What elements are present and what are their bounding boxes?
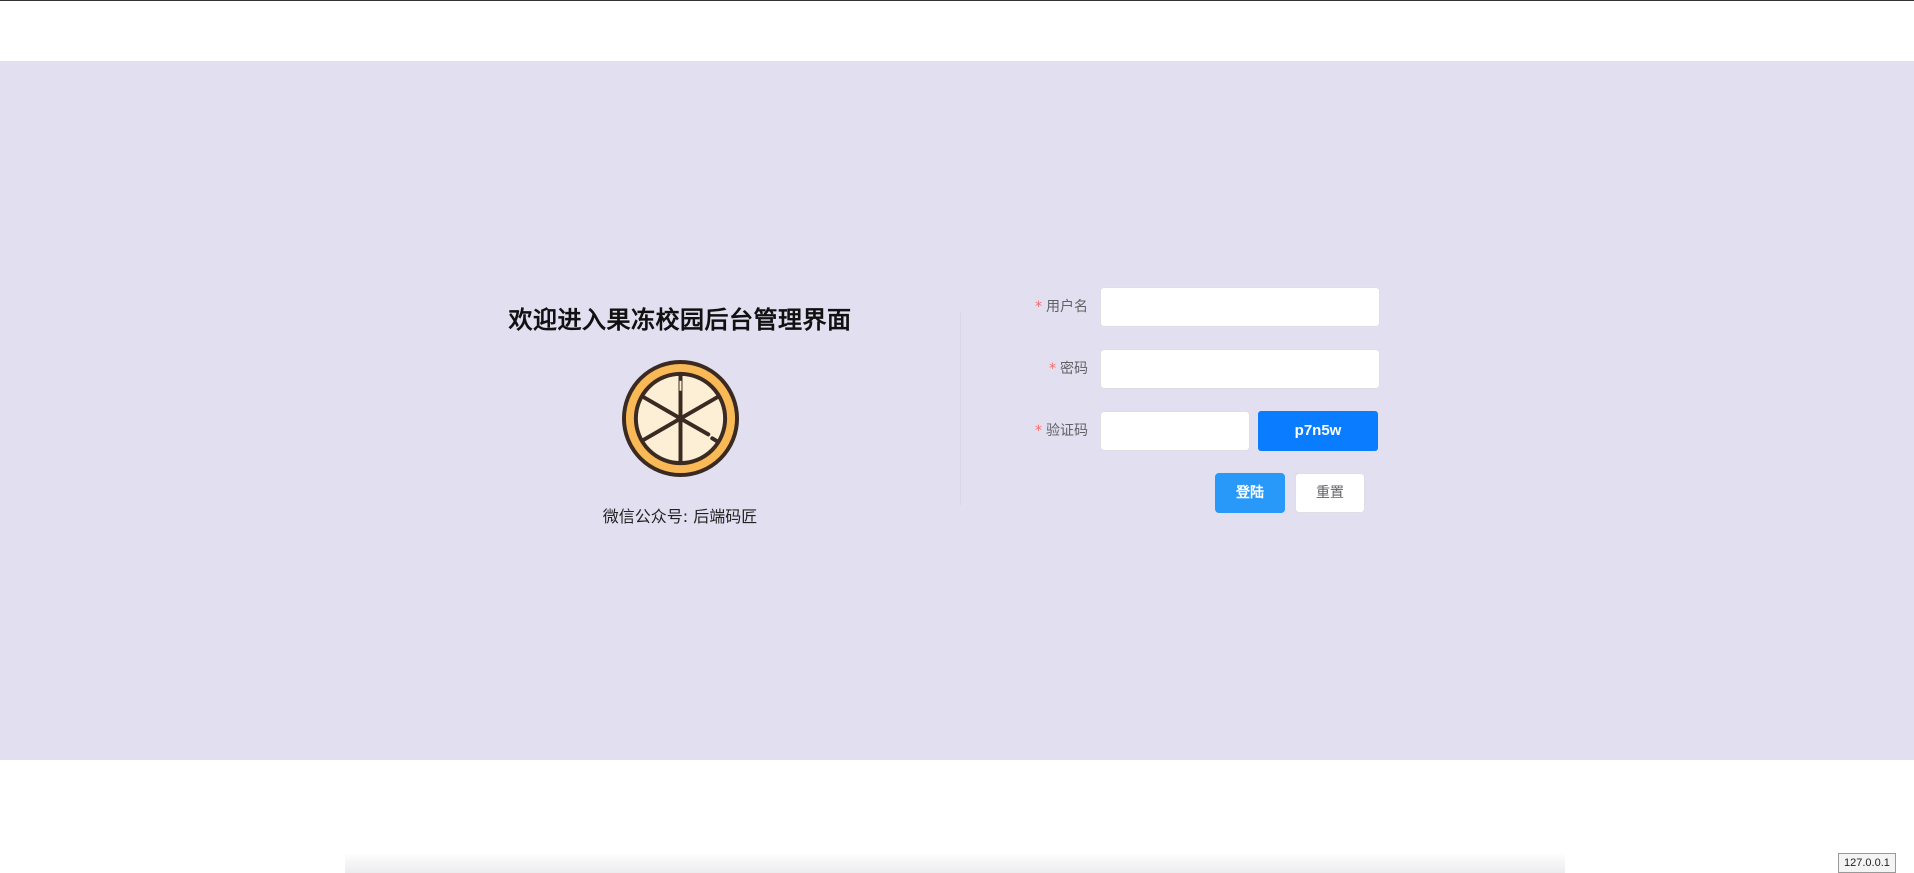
username-label: * 用户名 bbox=[1035, 299, 1088, 315]
login-background-band bbox=[0, 61, 1914, 760]
captcha-row: * 验证码 bbox=[1000, 411, 1088, 451]
required-mark: * bbox=[1035, 423, 1042, 439]
welcome-title: 欢迎进入果冻校园后台管理界面 bbox=[508, 306, 852, 334]
window-top-border bbox=[0, 0, 1914, 1]
orange-slice-icon bbox=[621, 359, 740, 478]
login-button[interactable]: 登陆 bbox=[1215, 473, 1285, 513]
host-status-badge: 127.0.0.1 bbox=[1838, 853, 1896, 873]
captcha-code-button[interactable]: p7n5w bbox=[1258, 411, 1378, 451]
wechat-account-text: 微信公众号: 后端码匠 bbox=[602, 507, 758, 526]
section-divider bbox=[960, 312, 961, 505]
username-input[interactable] bbox=[1100, 287, 1380, 327]
bottom-panel-shadow bbox=[345, 852, 1565, 873]
password-row: * 密码 bbox=[1000, 349, 1088, 389]
password-label: * 密码 bbox=[1049, 361, 1088, 377]
reset-button[interactable]: 重置 bbox=[1295, 473, 1365, 513]
captcha-input[interactable] bbox=[1100, 411, 1250, 451]
required-mark: * bbox=[1049, 361, 1056, 377]
username-row: * 用户名 bbox=[1000, 287, 1088, 327]
required-mark: * bbox=[1035, 299, 1042, 315]
password-input[interactable] bbox=[1100, 349, 1380, 389]
captcha-label: * 验证码 bbox=[1035, 423, 1088, 439]
